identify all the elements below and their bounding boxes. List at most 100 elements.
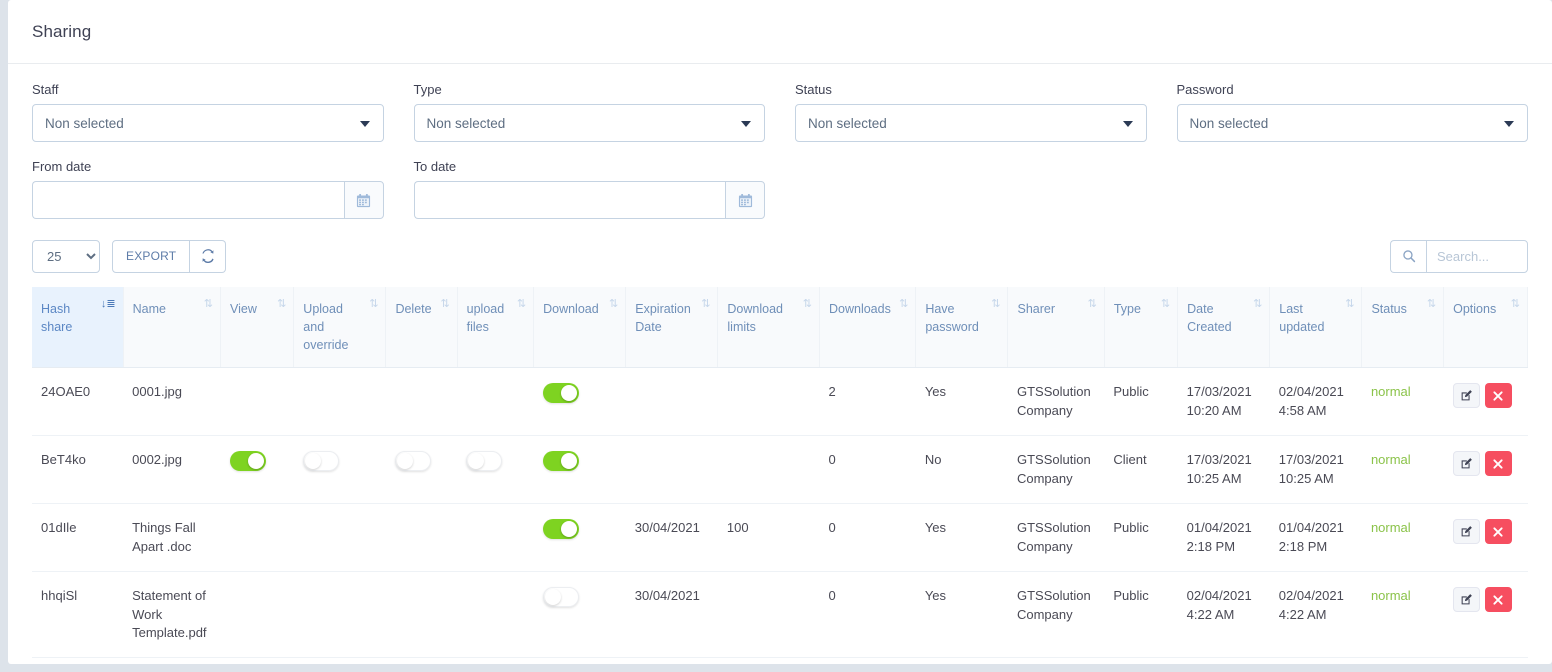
export-button[interactable]: EXPORT	[112, 239, 191, 273]
column-header-label: Expiration Date	[635, 302, 691, 335]
status-select[interactable]: Non selected	[795, 104, 1147, 142]
column-header-status[interactable]: Status ⇅	[1361, 287, 1445, 369]
status-badge: normal	[1370, 588, 1411, 604]
column-header-label: Hash share	[41, 302, 73, 335]
delete-row-button[interactable]	[1484, 519, 1512, 545]
from-date-input[interactable]	[32, 181, 344, 219]
cell-status: normal	[1361, 367, 1444, 437]
filter-status: Status Non selected	[795, 82, 1147, 142]
column-header-upload-files[interactable]: upload files ⇅	[457, 287, 535, 369]
column-header-delete[interactable]: Delete ⇅	[385, 287, 458, 369]
toggle-download[interactable]	[542, 587, 579, 608]
toggle-delete[interactable]	[394, 451, 431, 472]
filter-password: Password Non selected	[1176, 82, 1528, 142]
column-header-last-updated[interactable]: Last updated ⇅	[1269, 287, 1363, 369]
cell-sharer: GTSSolution Company	[1007, 435, 1105, 505]
cell-upload-files	[457, 571, 534, 659]
sort-icon: ⇅	[1426, 298, 1437, 310]
column-header-name[interactable]: Name ⇅	[123, 287, 222, 369]
cell-options	[1443, 367, 1528, 437]
search-input[interactable]	[1426, 239, 1528, 273]
type-select[interactable]: Non selected	[413, 104, 765, 142]
column-header-upload-and-override[interactable]: Upload and override ⇅	[293, 287, 387, 369]
column-header-have-password[interactable]: Have password ⇅	[915, 287, 1009, 369]
staff-select[interactable]: Non selected	[32, 104, 384, 142]
cell-name: Statement of Work Template.pdf	[123, 571, 221, 659]
sort-icon: ⇅	[1345, 298, 1355, 310]
cell-expiration-date	[625, 367, 718, 437]
column-header-download[interactable]: Download ⇅	[533, 287, 627, 369]
column-header-view[interactable]: View ⇅	[220, 287, 295, 369]
refresh-button[interactable]	[190, 239, 227, 273]
sharing-table-container: Hash share ↓≣ Name ⇅ View ⇅ Upload and o…	[32, 287, 1528, 659]
cell-name: 0002.jpg	[123, 435, 221, 505]
cell-type: Public	[1104, 571, 1178, 659]
edit-row-button[interactable]	[1452, 383, 1480, 409]
chevron-down-icon	[359, 121, 370, 127]
cell-name: 0001.jpg	[123, 367, 221, 437]
column-header-expiration-date[interactable]: Expiration Date ⇅	[625, 287, 719, 369]
from-date-calendar-button[interactable]	[343, 181, 384, 219]
toggle-download[interactable]	[542, 451, 579, 472]
toggle-view[interactable]	[229, 451, 266, 472]
cell-status: normal	[1361, 571, 1444, 659]
cell-upload-files	[457, 503, 534, 573]
cell-last-updated: 01/04/2021 2:18 PM	[1269, 503, 1362, 573]
cell-download-limits	[717, 435, 820, 505]
column-header-download-limits[interactable]: Download limits ⇅	[717, 287, 820, 369]
table-toolbar: 102550100 EXPORT	[32, 239, 1528, 273]
column-header-date-created[interactable]: Date Created ⇅	[1177, 287, 1271, 369]
sharing-page: Sharing Staff Non selected Type Non sele…	[8, 0, 1552, 664]
table-header: Hash share ↓≣ Name ⇅ View ⇅ Upload and o…	[32, 287, 1528, 369]
cell-have-password: Yes	[915, 367, 1008, 437]
calendar-icon	[356, 193, 371, 207]
toggle-upload-and-override[interactable]	[302, 451, 339, 472]
column-header-label: View	[230, 302, 257, 316]
status-badge: normal	[1370, 384, 1411, 400]
cell-download-limits	[717, 571, 820, 659]
search-icon-box	[1390, 239, 1426, 273]
cell-delete	[385, 503, 458, 573]
close-x-icon	[1493, 527, 1503, 537]
cell-date-created: 01/04/2021 2:18 PM	[1177, 503, 1270, 573]
toggle-knob	[544, 589, 561, 606]
cell-delete	[385, 571, 458, 659]
cell-downloads: 0	[819, 503, 916, 573]
cell-expiration-date: 30/04/2021	[625, 503, 718, 573]
filter-panel: Staff Non selected Type Non selected Sta…	[8, 64, 1552, 219]
edit-row-button[interactable]	[1452, 519, 1480, 545]
column-header-downloads[interactable]: Downloads ⇅	[819, 287, 917, 369]
cell-view	[220, 367, 294, 437]
toggle-knob	[396, 453, 413, 470]
column-header-options[interactable]: Options ⇅	[1443, 287, 1528, 369]
delete-row-button[interactable]	[1484, 587, 1512, 613]
status-badge: normal	[1370, 452, 1411, 468]
cell-expiration-date	[625, 435, 718, 505]
delete-row-button[interactable]	[1484, 451, 1512, 477]
edit-row-button[interactable]	[1452, 587, 1480, 613]
cell-upload-and-override	[293, 503, 386, 573]
edit-row-button[interactable]	[1452, 451, 1480, 477]
column-header-label: Name	[132, 302, 166, 316]
delete-row-button[interactable]	[1484, 383, 1512, 409]
page-length-select[interactable]: 102550100	[32, 239, 100, 273]
toggle-download[interactable]	[542, 383, 579, 404]
cell-last-updated: 02/04/2021 4:22 AM	[1269, 571, 1362, 659]
password-select[interactable]: Non selected	[1176, 104, 1528, 142]
sort-icon: ⇅	[1253, 298, 1263, 310]
to-date-calendar-button[interactable]	[725, 181, 765, 219]
column-header-hash-share[interactable]: Hash share ↓≣	[32, 287, 124, 369]
filter-password-label: Password	[1176, 82, 1234, 97]
cell-date-created: 17/03/2021 10:25 AM	[1177, 435, 1270, 505]
column-header-sharer[interactable]: Sharer ⇅	[1007, 287, 1105, 369]
filter-type: Type Non selected	[413, 82, 765, 142]
edit-pencil-icon	[1461, 390, 1472, 401]
to-date-input[interactable]	[413, 181, 725, 219]
column-header-type[interactable]: Type ⇅	[1104, 287, 1179, 369]
filter-status-label: Status	[795, 82, 832, 97]
cell-downloads: 0	[819, 571, 916, 659]
toggle-upload-files[interactable]	[466, 451, 503, 472]
page-title: Sharing	[32, 21, 92, 41]
toggle-download[interactable]	[542, 519, 579, 540]
toggle-knob	[247, 453, 264, 470]
